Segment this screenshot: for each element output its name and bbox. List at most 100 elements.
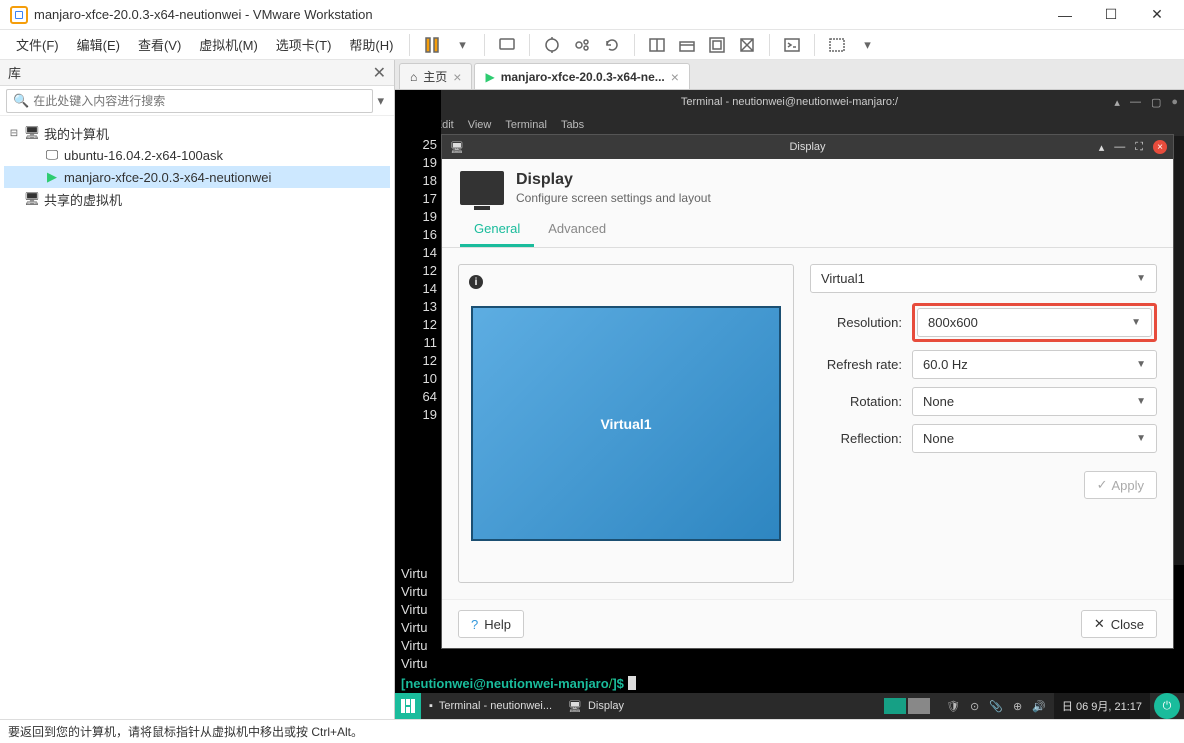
volume-icon[interactable]: 🔊: [1032, 700, 1046, 713]
term-menu-view[interactable]: View: [468, 119, 492, 131]
display-title-icon: 🖥: [450, 141, 464, 154]
display-titlebar[interactable]: 🖥 Display ▴ — ⛶ ×: [442, 135, 1173, 159]
taskbar-display[interactable]: 🖥 Display: [560, 693, 632, 719]
unity-icon[interactable]: [673, 31, 701, 59]
chevron-down-icon: ▼: [1136, 396, 1146, 407]
resolution-select[interactable]: 800x600 ▼: [917, 308, 1152, 337]
rotation-select[interactable]: None ▼: [912, 387, 1157, 416]
tab-vm[interactable]: ▶ manjaro-xfce-20.0.3-x64-ne... ×: [474, 63, 690, 89]
start-button[interactable]: [395, 693, 421, 719]
term-up-icon[interactable]: ▴: [1114, 96, 1120, 109]
library-sidebar: 库 ✕ 🔍 ▾ ⊟ 🖥 我的计算机 🖵 ubuntu-16.04.2-x64-1…: [0, 60, 395, 719]
fullscreen-icon[interactable]: [643, 31, 671, 59]
status-text: 要返回到您的计算机，请将鼠标指针从虚拟机中移出或按 Ctrl+Alt。: [8, 723, 363, 740]
monitor-select[interactable]: Virtual1 ▼: [810, 264, 1157, 293]
console-view-icon[interactable]: [703, 31, 731, 59]
tree-shared-vms[interactable]: 🖥 共享的虚拟机: [4, 188, 390, 210]
library-title: 库: [8, 63, 21, 82]
term-menu-tabs[interactable]: Tabs: [561, 119, 584, 131]
snapshot-icon[interactable]: [538, 31, 566, 59]
search-dropdown-icon[interactable]: ▾: [373, 93, 388, 109]
disp-max-icon[interactable]: ⛶: [1135, 141, 1143, 154]
reflection-select[interactable]: None ▼: [912, 424, 1157, 453]
send-ctrl-alt-del-icon[interactable]: [493, 31, 521, 59]
close-button[interactable]: ✕ Close: [1081, 610, 1157, 638]
pause-icon[interactable]: [418, 31, 446, 59]
disk-icon[interactable]: ⊙: [970, 700, 979, 713]
help-button[interactable]: ? Help: [458, 610, 524, 638]
terminal-icon: ▪: [429, 700, 433, 712]
workspace-switcher[interactable]: [876, 693, 938, 719]
terminal-titlebar[interactable]: Terminal - neutionwei@neutionwei-manjaro…: [395, 90, 1184, 114]
reflection-label: Reflection:: [810, 431, 902, 446]
term-min-icon[interactable]: —: [1130, 96, 1141, 109]
term-max-icon[interactable]: ▢: [1151, 96, 1161, 109]
disp-min-icon[interactable]: —: [1114, 141, 1125, 153]
refresh-label: Refresh rate:: [810, 357, 902, 372]
disp-up-icon[interactable]: ▴: [1099, 141, 1105, 154]
cursor: [628, 676, 636, 690]
vm-running-icon: ▶: [485, 70, 494, 84]
vm-screen[interactable]: Terminal - neutionwei@neutionwei-manjaro…: [395, 90, 1184, 719]
chevron-down-icon: ▼: [1131, 317, 1141, 328]
preview-monitor[interactable]: Virtual1: [471, 306, 781, 541]
tab-row: ⌂ 主页 × ▶ manjaro-xfce-20.0.3-x64-ne... ×: [395, 60, 1184, 90]
menu-edit[interactable]: 编辑(E): [69, 31, 128, 58]
tab-close-icon[interactable]: ×: [453, 69, 461, 85]
window-title: manjaro-xfce-20.0.3-x64-neutionwei - VMw…: [34, 7, 1042, 22]
tab-advanced[interactable]: Advanced: [534, 213, 620, 247]
search-text[interactable]: [33, 94, 366, 108]
taskbar-terminal[interactable]: ▪ Terminal - neutionwei...: [421, 693, 560, 719]
tree-vm-manjaro[interactable]: ▶ manjaro-xfce-20.0.3-x64-neutionwei: [4, 166, 390, 188]
dropdown-icon[interactable]: ▾: [448, 31, 476, 59]
menu-vm[interactable]: 虚拟机(M): [191, 31, 266, 58]
maximize-button[interactable]: ☐: [1088, 0, 1134, 30]
screenshot-icon[interactable]: [823, 31, 851, 59]
clipboard-icon[interactable]: 📎: [989, 700, 1003, 713]
menu-file[interactable]: 文件(F): [8, 31, 67, 58]
network-icon[interactable]: ⊕: [1013, 700, 1022, 713]
menu-help[interactable]: 帮助(H): [341, 31, 401, 58]
home-icon: ⌂: [410, 70, 417, 84]
menu-tabs[interactable]: 选项卡(T): [268, 31, 340, 58]
close-button[interactable]: ✕: [1134, 0, 1180, 30]
terminal-menu: File Edit View Terminal Tabs: [395, 114, 1184, 136]
shield-icon[interactable]: 🛡: [946, 700, 960, 713]
tree-vm-ubuntu[interactable]: 🖵 ubuntu-16.04.2-x64-100ask: [4, 144, 390, 166]
term-close-icon[interactable]: ●: [1171, 96, 1178, 109]
menu-bar: 文件(F) 编辑(E) 查看(V) 虚拟机(M) 选项卡(T) 帮助(H) ▾ …: [0, 30, 1184, 60]
snapshot-revert-icon[interactable]: [598, 31, 626, 59]
chevron-down-icon: ▼: [1136, 359, 1146, 370]
search-icon: 🔍: [13, 93, 29, 109]
vm-tree: ⊟ 🖥 我的计算机 🖵 ubuntu-16.04.2-x64-100ask ▶ …: [0, 116, 394, 216]
tab-close-icon[interactable]: ×: [671, 69, 679, 85]
rotation-label: Rotation:: [810, 394, 902, 409]
status-bar: 要返回到您的计算机，请将鼠标指针从虚拟机中移出或按 Ctrl+Alt。: [0, 719, 1184, 743]
menu-view[interactable]: 查看(V): [130, 31, 189, 58]
stretch-icon[interactable]: [733, 31, 761, 59]
tree-my-computer[interactable]: ⊟ 🖥 我的计算机: [4, 122, 390, 144]
library-close-icon[interactable]: ✕: [373, 63, 386, 83]
vm-running-icon: ▶: [44, 169, 60, 185]
snapshot-manage-icon[interactable]: [568, 31, 596, 59]
close-icon: ✕: [1094, 616, 1105, 632]
console-icon[interactable]: [778, 31, 806, 59]
dropdown-icon[interactable]: ▾: [853, 31, 881, 59]
power-button[interactable]: ⏻: [1154, 693, 1180, 719]
tab-home[interactable]: ⌂ 主页 ×: [399, 63, 472, 89]
terminal-prompt[interactable]: [neutionwei@neutionwei-manjaro / ]$: [395, 673, 1184, 693]
clock[interactable]: 日 06 9月, 21:17: [1054, 693, 1150, 719]
apply-button[interactable]: ✓ Apply: [1084, 471, 1157, 499]
search-input[interactable]: 🔍: [6, 89, 373, 113]
term-menu-terminal[interactable]: Terminal: [505, 119, 547, 131]
chevron-down-icon: ▼: [1136, 273, 1146, 284]
refresh-select[interactable]: 60.0 Hz ▼: [912, 350, 1157, 379]
display-preview: i Virtual1: [458, 264, 794, 583]
minimize-button[interactable]: —: [1042, 0, 1088, 30]
window-titlebar: manjaro-xfce-20.0.3-x64-neutionwei - VMw…: [0, 0, 1184, 30]
disp-close-icon[interactable]: ×: [1153, 140, 1167, 154]
info-icon[interactable]: i: [469, 275, 483, 289]
resolution-label: Resolution:: [810, 315, 902, 330]
tab-general[interactable]: General: [460, 213, 534, 247]
monitor-icon: 🖥: [24, 125, 40, 141]
